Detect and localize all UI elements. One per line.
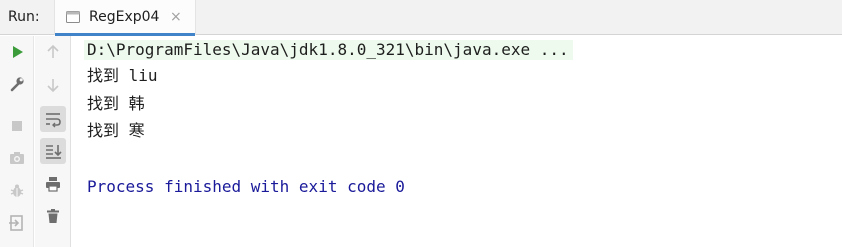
run-tool-window-header: Run: RegExp04 × [0,0,842,36]
camera-icon[interactable] [4,145,30,171]
tab-label: RegExp04 [89,9,160,25]
tab-regexp04[interactable]: RegExp04 × [54,0,196,36]
scroll-to-end-icon[interactable] [40,138,66,164]
output-line: 找到 寒 [87,121,145,140]
output-line: 找到 liu [87,66,158,85]
arrow-up-icon[interactable] [40,39,66,65]
soft-wrap-icon[interactable] [40,106,66,132]
console-tab-icon [65,9,81,25]
run-actions-toolbar [0,36,34,247]
run-icon[interactable] [4,39,30,65]
exit-icon[interactable] [4,210,30,236]
close-icon[interactable]: × [170,9,182,25]
stop-icon[interactable] [4,113,30,139]
console-actions-toolbar [35,36,71,247]
trash-icon[interactable] [40,203,66,229]
output-line: 找到 韩 [87,94,145,113]
exit-message: Process finished with exit code 0 [87,177,405,196]
console-output[interactable]: D:\ProgramFiles\Java\jdk1.8.0_321\bin\ja… [72,36,842,247]
debug-bug-icon[interactable] [4,178,30,204]
print-icon[interactable] [40,171,66,197]
wrench-icon[interactable] [4,71,30,97]
arrow-down-icon[interactable] [40,72,66,98]
run-label: Run: [8,9,40,25]
command-line: D:\ProgramFiles\Java\jdk1.8.0_321\bin\ja… [84,40,573,60]
